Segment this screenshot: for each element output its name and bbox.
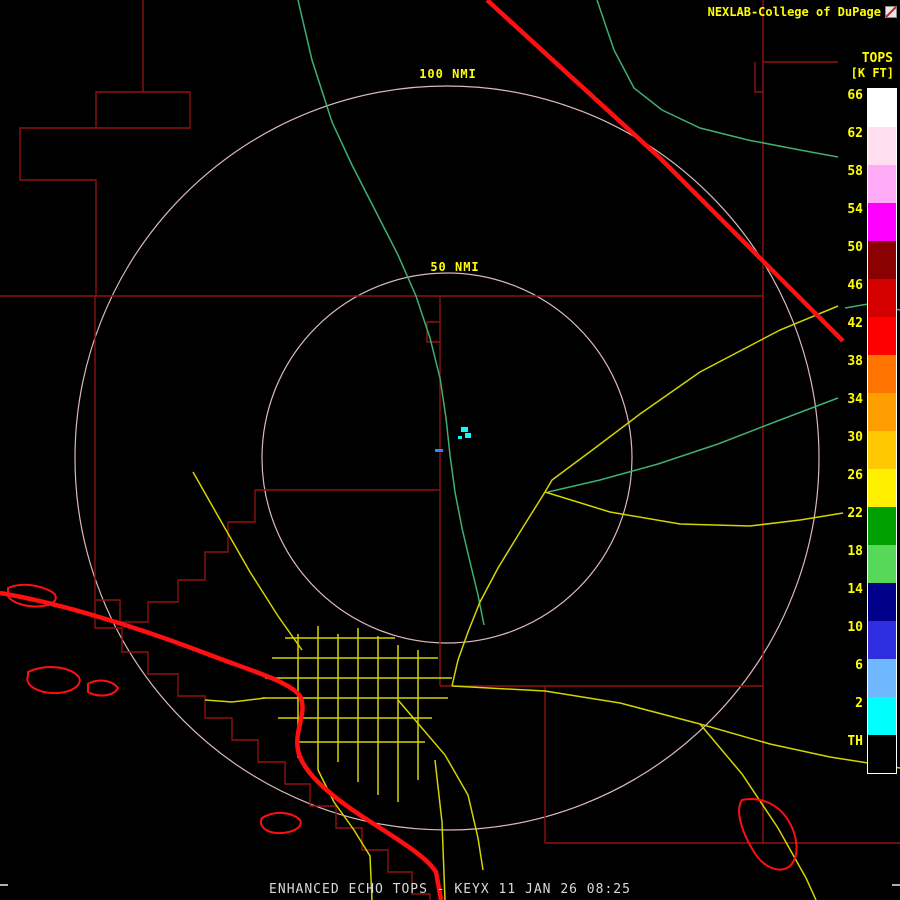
legend-label-54: 54: [841, 202, 863, 240]
echo-pixel: [435, 449, 443, 452]
road-line: [545, 492, 843, 526]
river-line: [298, 0, 484, 625]
legend-swatch-30: [868, 431, 896, 469]
legend-swatch-2: [868, 697, 896, 735]
road-line: [205, 698, 265, 702]
legend-label-10: 10: [841, 620, 863, 658]
legend-label-26: 26: [841, 468, 863, 506]
legend-units: [K FT]: [851, 66, 894, 80]
radar-display: 100 NMI 50 NMI NEXLAB-College of DuPage …: [0, 0, 900, 900]
legend-label-62: 62: [841, 126, 863, 164]
legend-swatch-6: [868, 659, 896, 697]
radar-map: 100 NMI 50 NMI: [0, 0, 900, 900]
road-line: [398, 700, 483, 870]
legend-bar: [867, 88, 897, 774]
range-ring-label-100: 100 NMI: [419, 67, 477, 81]
legend-title: TOPS: [862, 51, 893, 66]
legend-swatch-50: [868, 241, 896, 279]
echo-pixel: [465, 433, 471, 438]
legend-label-42: 42: [841, 316, 863, 354]
county-line: [20, 0, 190, 296]
legend-swatch-18: [868, 545, 896, 583]
legend-swatch-14: [868, 583, 896, 621]
interstate-line: [0, 593, 441, 900]
rivers: [298, 0, 900, 625]
legend-label-2: 2: [841, 696, 863, 734]
road-line: [545, 306, 838, 492]
red-outline: [261, 813, 301, 833]
echo-pixel: [461, 427, 468, 432]
legend-label-50: 50: [841, 240, 863, 278]
legend-label-34: 34: [841, 392, 863, 430]
county-line: [95, 600, 430, 900]
legend-swatch-58: [868, 165, 896, 203]
legend-label-38: 38: [841, 354, 863, 392]
roads: [193, 306, 900, 900]
legend-swatch-38: [868, 355, 896, 393]
county-line: [755, 62, 838, 92]
legend-swatch-66: [868, 89, 896, 127]
county-line: [427, 322, 440, 342]
legend-label-46: 46: [841, 278, 863, 316]
legend-label-22: 22: [841, 506, 863, 544]
interstate-highways: [0, 0, 843, 900]
legend-label-66: 66: [841, 88, 863, 126]
legend-swatch-62: [868, 127, 896, 165]
road-line: [452, 492, 545, 686]
legend-swatch-26: [868, 469, 896, 507]
legend-label-30: 30: [841, 430, 863, 468]
product-title: ENHANCED ECHO TOPS - KEYX 11 JAN 26 08:2…: [0, 882, 900, 897]
brand: NEXLAB-College of DuPage: [708, 5, 897, 19]
road-line: [193, 472, 302, 650]
legend-label-TH: TH: [841, 734, 863, 772]
color-scale-legend: 66625854504642383430262218141062TH: [841, 88, 897, 774]
legend-swatch-10: [868, 621, 896, 659]
interstate-line: [487, 0, 843, 341]
legend-labels: 66625854504642383430262218141062TH: [841, 88, 863, 772]
red-outline: [88, 681, 118, 696]
range-ring-50nmi: [262, 273, 632, 643]
legend-swatch-42: [868, 317, 896, 355]
legend-label-14: 14: [841, 582, 863, 620]
river-line: [548, 398, 838, 492]
brand-text: NEXLAB-College of DuPage: [708, 5, 881, 19]
legend-label-6: 6: [841, 658, 863, 696]
road-line: [452, 686, 900, 768]
legend-swatch-TH: [868, 735, 896, 773]
legend-label-18: 18: [841, 544, 863, 582]
red-outline: [27, 667, 79, 693]
legend-swatch-46: [868, 279, 896, 317]
range-ring-100nmi: [75, 86, 819, 830]
range-ring-label-50: 50 NMI: [430, 260, 479, 274]
legend-swatch-34: [868, 393, 896, 431]
city-street-grid: [262, 626, 452, 802]
cod-logo-icon: [885, 6, 897, 18]
county-line: [95, 296, 255, 622]
red-outline: [739, 799, 796, 870]
echo-pixel: [458, 436, 462, 439]
legend-swatch-22: [868, 507, 896, 545]
legend-label-58: 58: [841, 164, 863, 202]
legend-swatch-54: [868, 203, 896, 241]
